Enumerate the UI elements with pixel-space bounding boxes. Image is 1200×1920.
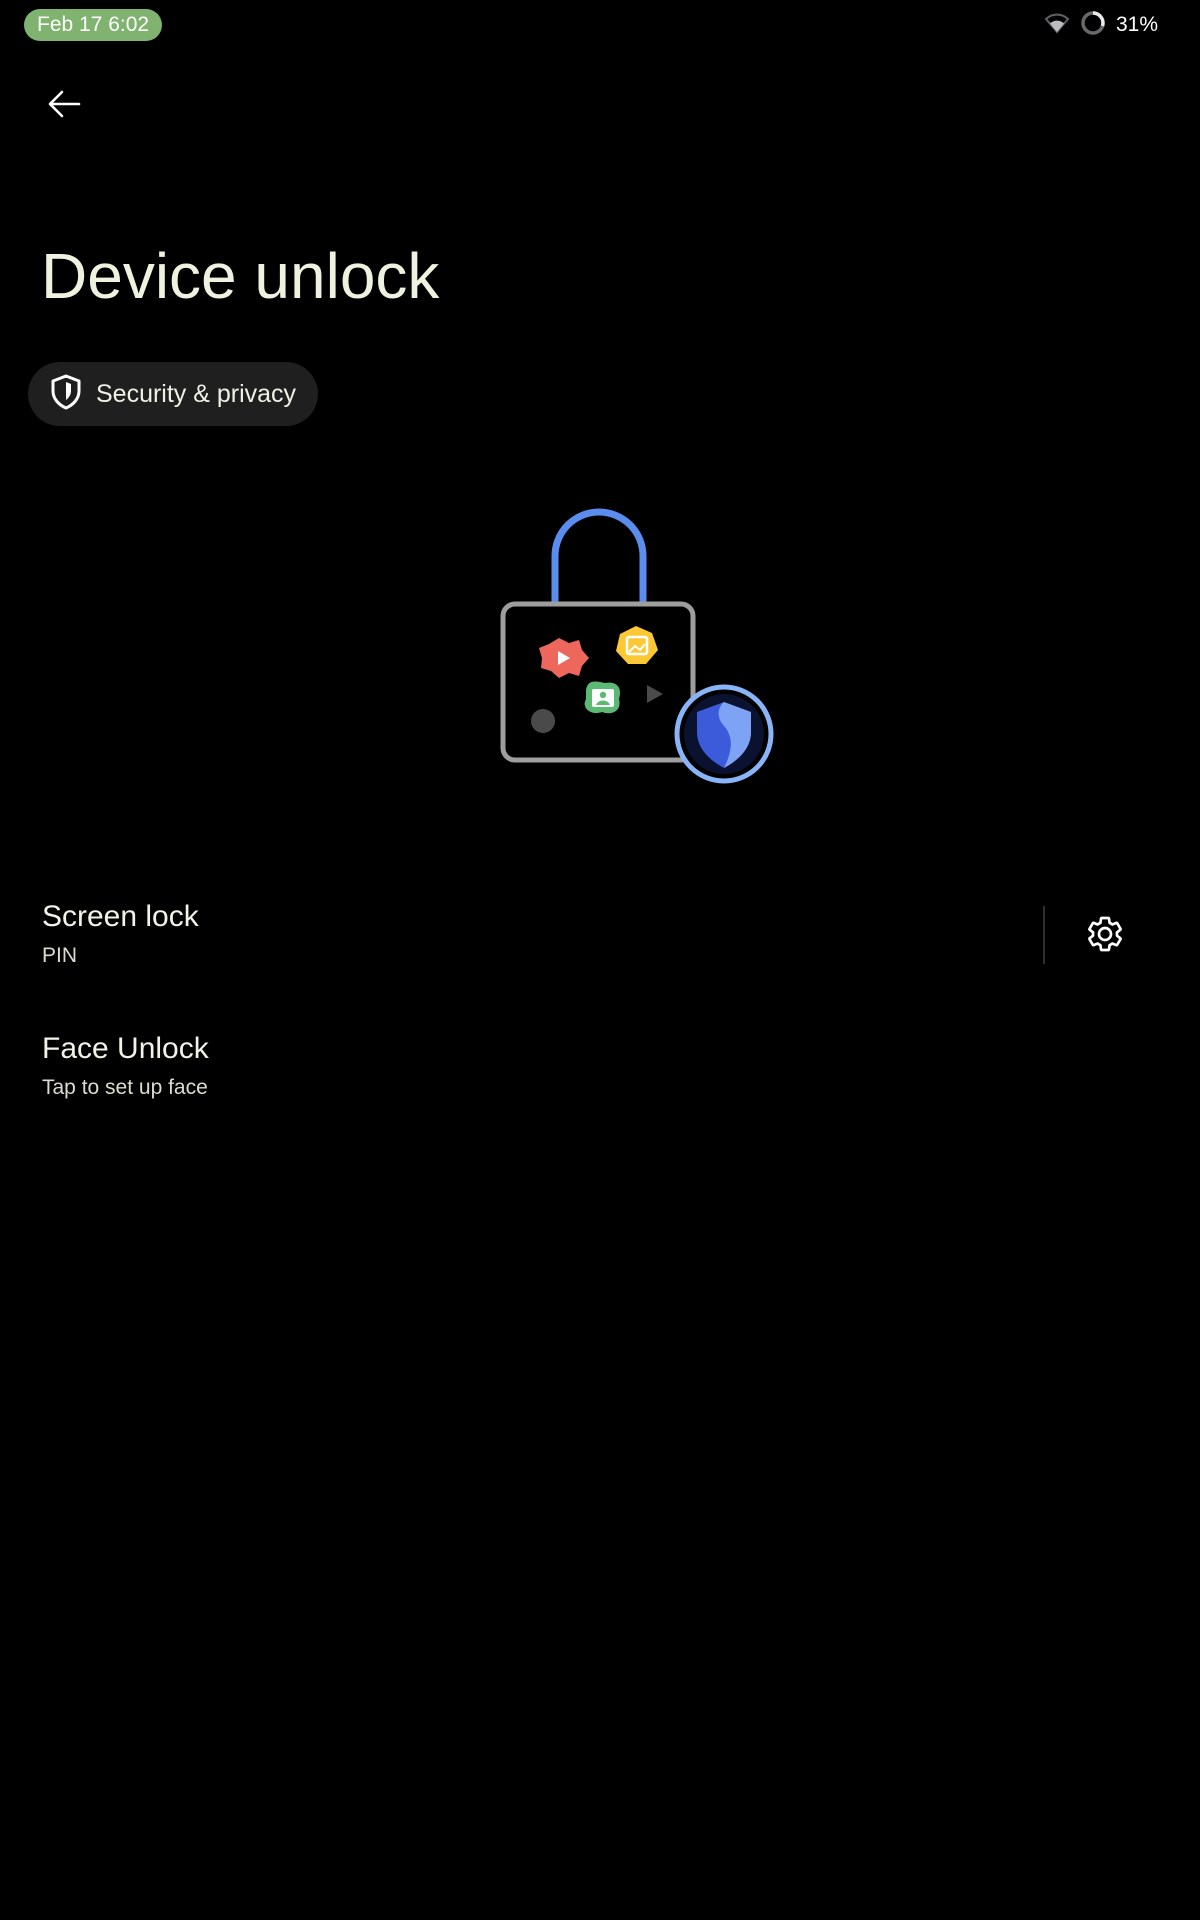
page-title: Device unlock xyxy=(41,240,440,312)
row-divider xyxy=(1043,906,1045,964)
contact-badge-icon xyxy=(584,681,621,714)
status-clock: Feb 17 6:02 xyxy=(24,9,163,41)
face-unlock-summary: Tap to set up face xyxy=(42,1076,208,1099)
breadcrumb-label: Security & privacy xyxy=(96,379,297,408)
gear-icon xyxy=(1085,914,1125,959)
screen-lock-title: Screen lock xyxy=(42,900,199,933)
battery-ring-icon xyxy=(1080,10,1106,41)
arrow-back-icon xyxy=(47,89,81,124)
status-icons: 31% xyxy=(1044,10,1158,40)
face-unlock-title: Face Unlock xyxy=(42,1032,209,1065)
screen-lock-row[interactable]: Screen lock PIN xyxy=(0,888,1200,988)
face-unlock-row[interactable]: Face Unlock Tap to set up face xyxy=(0,1020,1200,1120)
battery-percent: 31% xyxy=(1115,13,1158,36)
gray-dot xyxy=(531,709,555,733)
back-button[interactable] xyxy=(36,78,92,134)
breadcrumb-security-privacy[interactable]: Security & privacy xyxy=(28,362,319,426)
wifi-icon xyxy=(1044,12,1070,39)
shield-icon xyxy=(50,374,82,415)
device-unlock-illustration xyxy=(495,500,775,790)
status-bar: Feb 17 6:02 31% xyxy=(0,0,1200,48)
lock-shackle xyxy=(551,508,647,604)
screen-lock-settings-button[interactable] xyxy=(1080,908,1130,964)
screen-lock-summary: PIN xyxy=(42,944,78,967)
shield-badge-icon xyxy=(674,684,774,784)
